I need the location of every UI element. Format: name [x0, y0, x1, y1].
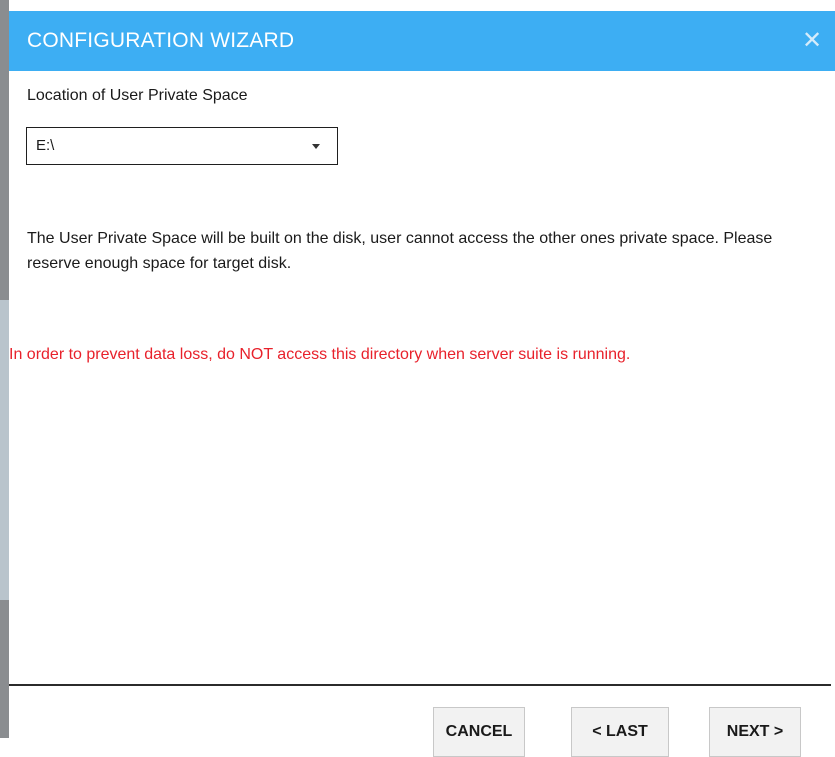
- title-bar-top-strip: [9, 0, 835, 11]
- background-window-accent: [0, 300, 9, 600]
- footer-separator: [9, 684, 831, 686]
- dialog-title: CONFIGURATION WIZARD: [27, 29, 295, 52]
- location-selected-value: E:\: [36, 137, 55, 154]
- location-label: Location of User Private Space: [27, 87, 248, 104]
- configuration-wizard-dialog: CONFIGURATION WIZARD ✕ Location of User …: [9, 0, 835, 757]
- cancel-button[interactable]: CANCEL: [433, 707, 525, 757]
- location-dropdown[interactable]: E:\: [26, 127, 338, 165]
- chevron-down-icon: [312, 144, 320, 149]
- close-icon[interactable]: ✕: [795, 21, 829, 61]
- title-bar: CONFIGURATION WIZARD ✕: [9, 11, 835, 71]
- warning-text: In order to prevent data loss, do NOT ac…: [9, 346, 631, 363]
- next-button[interactable]: NEXT >: [709, 707, 801, 757]
- description-text: The User Private Space will be built on …: [27, 230, 773, 272]
- last-button[interactable]: < LAST: [571, 707, 669, 757]
